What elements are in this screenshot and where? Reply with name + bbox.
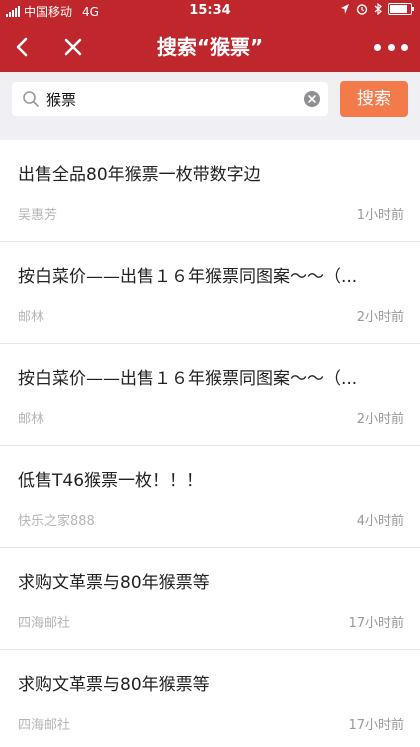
item-title: 按白菜价——出售１６年猴票同图案～～（... [18,369,358,389]
location-icon [341,4,349,14]
search-box [12,82,328,116]
more-icon[interactable] [374,40,408,54]
item-author: 吴惠芳 [18,208,58,223]
battery-icon [388,3,414,15]
item-time: 17小时前 [348,718,404,733]
item-time: 1小时前 [356,208,404,223]
search-button[interactable]: 搜索 [340,81,408,117]
item-author: 邮林 [18,310,45,325]
result-list: 出售全品80年猴票一枚带数字边 吴惠芳 1小时前 按白菜价——出售１６年猴票同图… [0,140,420,747]
item-author: 邮林 [18,412,45,427]
search-input[interactable] [46,82,296,116]
item-title: 低售T46猴票一枚！！！ [18,471,204,491]
item-author: 四海邮社 [18,616,71,631]
page-title: 搜索“猴票” [156,35,264,59]
item-time: 2小时前 [356,310,404,325]
list-item[interactable]: 出售全品80年猴票一枚带数字边 吴惠芳 1小时前 [0,140,420,242]
item-title: 求购文革票与80年猴票等 [18,573,210,593]
bluetooth-icon [374,3,382,15]
list-item[interactable]: 求购文革票与80年猴票等 四海邮社 17小时前 [0,548,420,650]
search-bar: 搜索 [0,72,420,128]
list-item[interactable]: 按白菜价——出售１６年猴票同图案～～（... 邮林 2小时前 [0,242,420,344]
item-time: 4小时前 [356,514,404,529]
close-icon[interactable] [58,32,88,62]
item-title: 求购文革票与80年猴票等 [18,675,210,695]
alarm-icon [356,4,368,15]
item-author: 快乐之家888 [18,514,95,529]
back-icon[interactable] [8,32,38,62]
search-icon [23,91,39,107]
item-title: 出售全品80年猴票一枚带数字边 [18,165,261,185]
item-author: 四海邮社 [18,718,71,733]
item-time: 17小时前 [348,616,404,631]
list-item[interactable]: 低售T46猴票一枚！！！ 快乐之家888 4小时前 [0,446,420,548]
status-bar: 中国移动 4G 15:34 [0,0,420,22]
clear-icon[interactable] [304,91,320,107]
list-item[interactable]: 按白菜价——出售１６年猴票同图案～～（... 邮林 2小时前 [0,344,420,446]
list-item[interactable]: 求购文革票与80年猴票等 四海邮社 17小时前 [0,650,420,747]
phone-screen: 中国移动 4G 15:34 搜索“猴票” 猴票 搜索 出售全品80年猴票一枚带数… [0,0,420,747]
item-title: 按白菜价——出售１６年猴票同图案～～（... [18,267,358,287]
status-right [340,3,414,15]
item-time: 2小时前 [356,412,404,427]
nav-bar: 搜索“猴票” [0,22,420,72]
